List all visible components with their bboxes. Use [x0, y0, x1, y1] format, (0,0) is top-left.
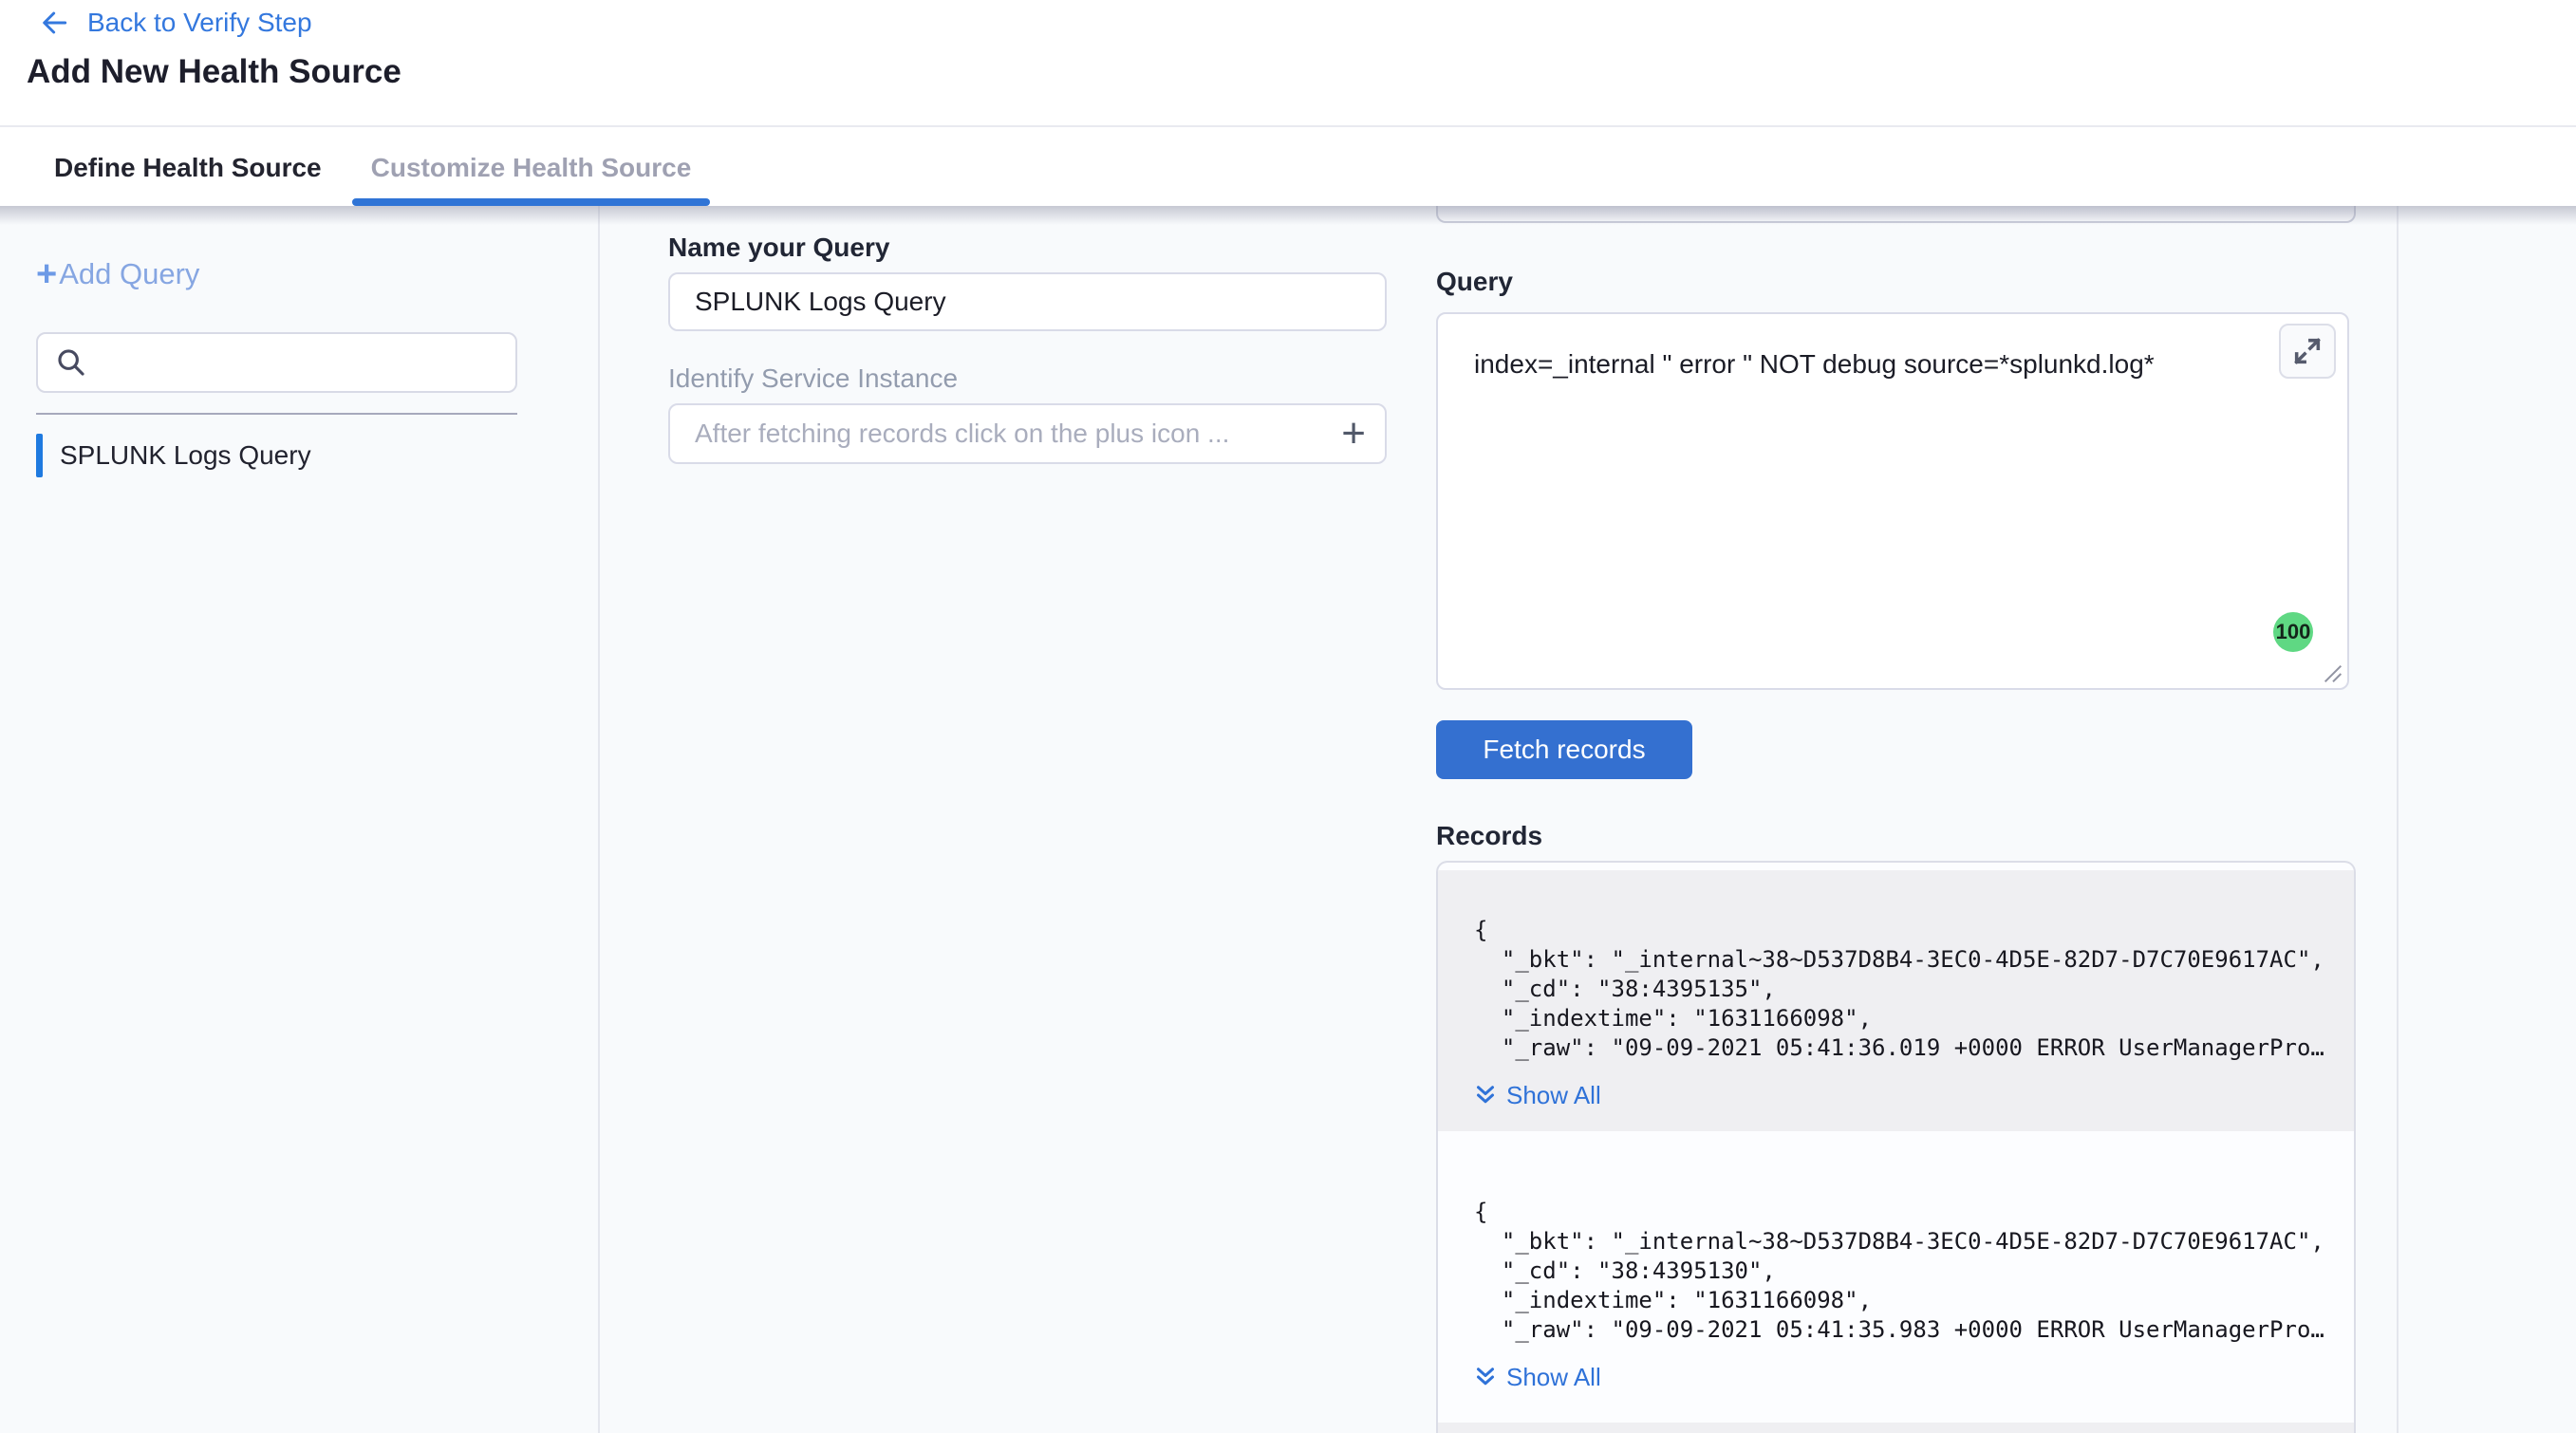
show-all-link[interactable]: Show All — [1474, 1078, 2316, 1112]
records-label: Records — [1436, 821, 1542, 851]
expand-query-button[interactable] — [2279, 324, 2336, 379]
back-arrow-icon — [38, 8, 72, 38]
add-query-button[interactable]: + Add Query — [36, 257, 199, 291]
record-json-line: "_bkt": "_internal~38~D537D8B4-3EC0-4D5E… — [1474, 945, 2316, 975]
record-json-line: { — [1474, 1198, 2316, 1227]
sidebar-divider — [36, 413, 517, 415]
record-card: { "_bkt": "_internal~38~D537D8B4-3EC0-4D… — [1438, 870, 2354, 1131]
record-json-line: "_bkt": "_internal~38~D537D8B4-3EC0-4D5E… — [1474, 1227, 2316, 1256]
show-all-label: Show All — [1506, 1081, 1601, 1110]
right-panel-strip — [2397, 206, 2576, 1433]
tab-define-health-source[interactable]: Define Health Source — [35, 129, 341, 206]
query-textarea[interactable]: index=_internal " error " NOT debug sour… — [1436, 312, 2349, 690]
records-container: { "_bkt": "_internal~38~D537D8B4-3EC0-4D… — [1436, 861, 2356, 1433]
name-query-label: Name your Query — [668, 233, 889, 263]
tab-customize-health-source[interactable]: Customize Health Source — [352, 129, 711, 206]
record-json-line: "_indextime": "1631166098", — [1474, 1286, 2316, 1315]
double-chevron-down-icon — [1474, 1366, 1497, 1388]
show-all-label: Show All — [1506, 1363, 1601, 1392]
maximize-icon — [2291, 335, 2324, 367]
record-json-line: "_cd": "38:4395130", — [1474, 1256, 2316, 1286]
query-search-box — [36, 332, 517, 393]
add-service-instance-plus-icon[interactable]: + — [1341, 415, 1366, 453]
page-header: Back to Verify Step Add New Health Sourc… — [0, 0, 2576, 127]
fetch-records-button[interactable]: Fetch records — [1436, 720, 1692, 779]
query-list-item-splunk-logs[interactable]: SPLUNK Logs Query — [36, 434, 311, 477]
record-card-partial — [1438, 1423, 2354, 1433]
query-name-input[interactable] — [668, 272, 1387, 331]
back-link-label: Back to Verify Step — [87, 8, 312, 38]
double-chevron-down-icon — [1474, 1084, 1497, 1107]
record-count-badge: 100 — [2273, 612, 2313, 652]
record-json-line: "_cd": "38:4395135", — [1474, 975, 2316, 1004]
service-instance-label: Identify Service Instance — [668, 363, 958, 394]
query-text: index=_internal " error " NOT debug sour… — [1438, 314, 2347, 382]
page-title: Add New Health Source — [27, 53, 401, 91]
record-json-line: "_raw": "09-09-2021 05:41:36.019 +0000 E… — [1474, 1033, 2316, 1063]
search-icon — [55, 346, 87, 379]
add-health-source-page: Back to Verify Step Add New Health Sourc… — [0, 0, 2576, 1433]
record-json-line: "_indextime": "1631166098", — [1474, 1004, 2316, 1033]
service-instance-input[interactable] — [695, 419, 1341, 449]
tab-bar: Define Health Source Customize Health So… — [0, 129, 2576, 206]
resize-grip[interactable] — [2324, 664, 2343, 683]
record-card: { "_bkt": "_internal~38~D537D8B4-3EC0-4D… — [1438, 1152, 2354, 1413]
query-item-label: SPLUNK Logs Query — [60, 440, 311, 471]
content-area: + Add Query SPLUNK Logs Query Name your … — [0, 206, 2576, 1433]
selected-indicator-bar — [36, 434, 43, 477]
back-link[interactable]: Back to Verify Step — [38, 8, 312, 38]
add-query-label: Add Query — [59, 257, 199, 291]
query-search-input[interactable] — [101, 348, 498, 378]
show-all-link[interactable]: Show All — [1474, 1360, 2316, 1394]
plus-icon: + — [36, 260, 57, 288]
service-instance-field: + — [668, 403, 1387, 464]
record-json-line: "_raw": "09-09-2021 05:41:35.983 +0000 E… — [1474, 1315, 2316, 1345]
query-label: Query — [1436, 267, 1513, 297]
record-json-line: { — [1474, 916, 2316, 945]
query-sidebar: + Add Query SPLUNK Logs Query — [0, 206, 600, 1433]
